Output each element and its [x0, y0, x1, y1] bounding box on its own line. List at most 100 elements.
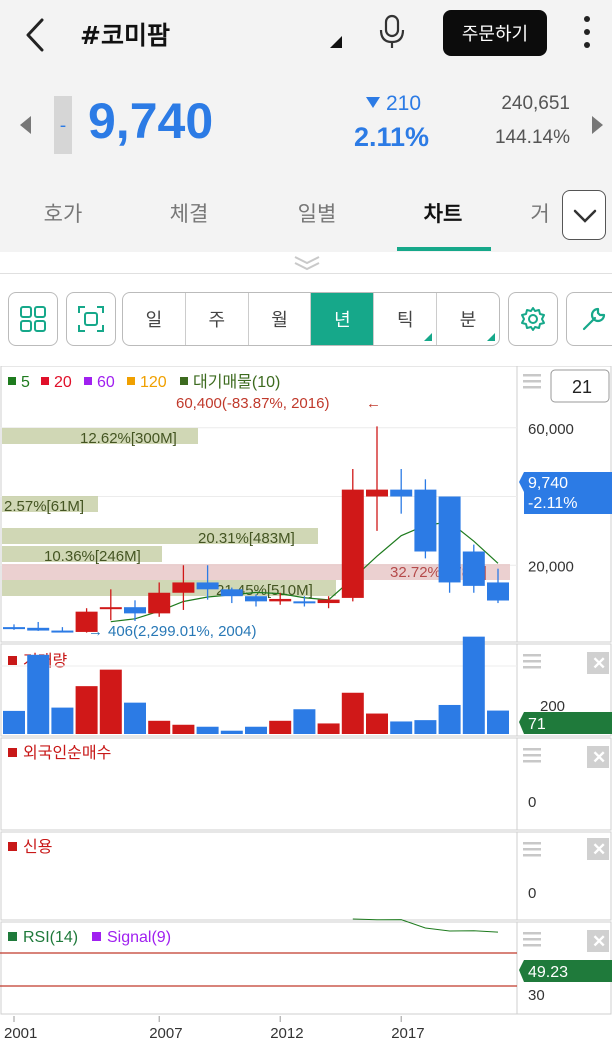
tab-bar: 호가 체결 일별 차트 거	[0, 190, 612, 252]
supply-band-label: 20.31%[483M]	[198, 530, 295, 547]
x-tick-label: 2007	[149, 1025, 182, 1042]
drag-lines-icon[interactable]	[523, 854, 541, 857]
min-arrow-icon: →	[88, 623, 103, 640]
tab-chart[interactable]: 차트	[398, 198, 488, 228]
chart-area[interactable]: 60,00040,00020,00012.62%[300M]2.57%[61M]…	[0, 365, 612, 1053]
close-icon: ✕	[592, 748, 606, 767]
drag-lines-icon[interactable]	[523, 842, 541, 845]
credit-legend-swatch	[8, 842, 17, 851]
gear-icon	[521, 307, 545, 331]
drag-lines-icon[interactable]	[523, 654, 541, 657]
price-change-rate: 2.11%	[354, 122, 430, 152]
volume-bar	[196, 726, 219, 734]
drag-lines-icon[interactable]	[523, 748, 541, 751]
title-dropdown-icon[interactable]	[330, 36, 342, 48]
chart-tools-button[interactable]	[566, 292, 612, 346]
next-stock-icon[interactable]	[592, 116, 603, 134]
volume-bar	[245, 726, 267, 734]
tab-orderbook[interactable]: 호가	[18, 198, 108, 228]
legend-label: 5	[21, 374, 30, 391]
period-day[interactable]: 일	[123, 293, 186, 345]
candle-body	[196, 582, 219, 590]
period-month[interactable]: 월	[249, 293, 312, 345]
drag-lines-icon[interactable]	[523, 754, 541, 757]
candle-body	[269, 598, 292, 602]
signal-legend-title: Signal(9)	[107, 929, 171, 946]
drag-lines-icon[interactable]	[523, 374, 541, 377]
period-week[interactable]: 주	[186, 293, 249, 345]
period-year[interactable]: 년	[311, 293, 375, 345]
candle-body	[172, 582, 195, 593]
order-button[interactable]: 주문하기	[443, 10, 547, 56]
stock-chart[interactable]: 60,00040,00020,00012.62%[300M]2.57%[61M]…	[0, 365, 612, 1053]
volume-bar	[99, 669, 122, 734]
foreign-legend-swatch	[8, 748, 17, 757]
tab-executions[interactable]: 체결	[144, 198, 234, 228]
mic-icon[interactable]	[378, 14, 406, 50]
period-minute[interactable]: 분	[437, 293, 499, 345]
drag-lines-icon[interactable]	[523, 938, 541, 941]
close-icon: ✕	[592, 932, 606, 951]
chart-settings-button[interactable]	[508, 292, 558, 346]
y-tick-label: 20,000	[528, 558, 574, 575]
volume-bar	[3, 710, 25, 734]
period-tick[interactable]: 틱	[374, 293, 438, 345]
drag-lines-icon[interactable]	[523, 380, 541, 383]
legend-swatch	[127, 377, 135, 385]
volume-bar	[487, 710, 509, 734]
current-price: 9,740	[88, 93, 214, 149]
volume-bar	[220, 730, 243, 734]
volume-bar	[390, 721, 413, 734]
legend-label: 대기매물(10)	[193, 373, 280, 391]
tab-daily[interactable]: 일별	[272, 198, 362, 228]
credit-panel-border	[0, 831, 612, 921]
volume-bar	[148, 720, 171, 734]
layout-grid-button[interactable]	[8, 292, 58, 346]
volume-bar	[51, 707, 74, 734]
drag-lines-icon[interactable]	[523, 386, 541, 389]
volume-bar	[341, 692, 364, 734]
volume-bar	[317, 723, 340, 734]
panel-drag-handle[interactable]	[0, 252, 612, 274]
period-tick-label: 틱	[396, 310, 414, 331]
candle-body	[27, 627, 50, 631]
chevron-down-icon	[573, 209, 597, 223]
drag-lines-icon[interactable]	[523, 666, 541, 669]
rsi-tick: 30	[528, 987, 545, 1004]
close-icon: ✕	[592, 654, 606, 673]
double-chevron-down-icon	[294, 256, 320, 271]
credit-tick: 0	[528, 885, 536, 902]
more-options-icon[interactable]	[582, 14, 592, 50]
rsi-current-value: 49.23	[528, 964, 568, 981]
current-price-tag-value: 9,740	[528, 475, 568, 492]
candle-body	[366, 489, 388, 497]
tab-expand-button[interactable]	[562, 190, 606, 240]
legend-swatch	[41, 377, 49, 385]
tab-more[interactable]: 거	[520, 198, 560, 228]
y-tick-label: 60,000	[528, 421, 574, 438]
current-price-tag-rate: -2.11%	[528, 495, 578, 512]
supply-band-label: 2.57%[61M]	[4, 498, 84, 515]
stock-header: #코미팜 주문하기 - 9,740 210 2.11% 240,651 144.…	[0, 0, 612, 252]
candle-body	[317, 599, 340, 604]
fullscreen-button[interactable]	[66, 292, 116, 346]
price-change-value: 210	[386, 92, 422, 115]
drag-lines-icon[interactable]	[523, 760, 541, 763]
back-arrow-icon[interactable]	[22, 18, 52, 52]
volume-bar	[414, 720, 437, 734]
candle-body	[462, 551, 485, 586]
rsi-line	[352, 918, 499, 933]
drag-lines-icon[interactable]	[523, 932, 541, 935]
foreign-panel-title: 외국인순매수	[23, 744, 111, 762]
volume-bar	[462, 636, 485, 734]
volume-bar	[366, 713, 388, 734]
stock-title[interactable]: #코미팜	[80, 16, 170, 52]
candle-body	[220, 589, 243, 597]
trade-volume-rate: 144.14%	[494, 127, 570, 148]
drag-lines-icon[interactable]	[523, 848, 541, 851]
volume-bar	[124, 702, 146, 734]
drag-lines-icon[interactable]	[523, 944, 541, 947]
drag-lines-icon[interactable]	[523, 660, 541, 663]
min-price-label: 406(2,299.01%, 2004)	[108, 623, 256, 640]
prev-stock-icon[interactable]	[20, 116, 31, 134]
